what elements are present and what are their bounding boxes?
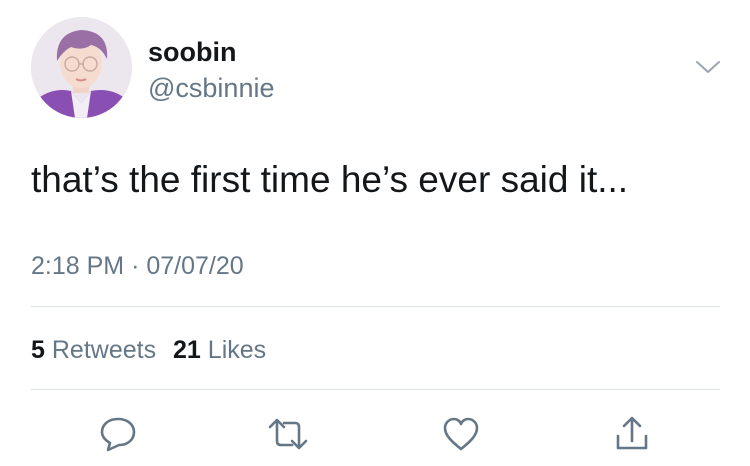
retweets-label: Retweets bbox=[51, 336, 157, 364]
avatar-photo bbox=[31, 17, 132, 118]
heart-icon bbox=[443, 417, 479, 451]
retweet-button[interactable] bbox=[264, 410, 312, 458]
likes-count: 21 bbox=[173, 336, 201, 364]
share-icon bbox=[616, 416, 648, 450]
share-button[interactable] bbox=[608, 410, 656, 458]
avatar[interactable] bbox=[31, 17, 132, 118]
meta-separator: · bbox=[131, 252, 140, 280]
likes-label: Likes bbox=[207, 336, 267, 364]
reply-icon bbox=[100, 417, 136, 452]
user-handle[interactable]: @csbinnie bbox=[148, 72, 274, 104]
tweet-date: 07/07/20 bbox=[146, 252, 244, 280]
retweets-count: 5 bbox=[31, 336, 45, 364]
likes-stat[interactable]: 21 Likes bbox=[173, 336, 266, 364]
divider bbox=[31, 306, 720, 307]
tweet-stats: 5 Retweets 21 Likes bbox=[31, 334, 266, 366]
divider bbox=[31, 389, 720, 390]
chevron-down-icon[interactable] bbox=[694, 56, 722, 78]
tweet-timestamp[interactable]: 2:18 PM · 07/07/20 bbox=[31, 250, 244, 282]
retweets-stat[interactable]: 5 Retweets bbox=[31, 336, 163, 364]
retweet-icon bbox=[268, 418, 308, 450]
tweet-text: that’s the first time he’s ever said it.… bbox=[31, 159, 629, 200]
like-button[interactable] bbox=[437, 410, 485, 458]
reply-button[interactable] bbox=[94, 410, 142, 458]
display-name[interactable]: soobin bbox=[148, 36, 237, 68]
tweet-time: 2:18 PM bbox=[31, 252, 125, 280]
